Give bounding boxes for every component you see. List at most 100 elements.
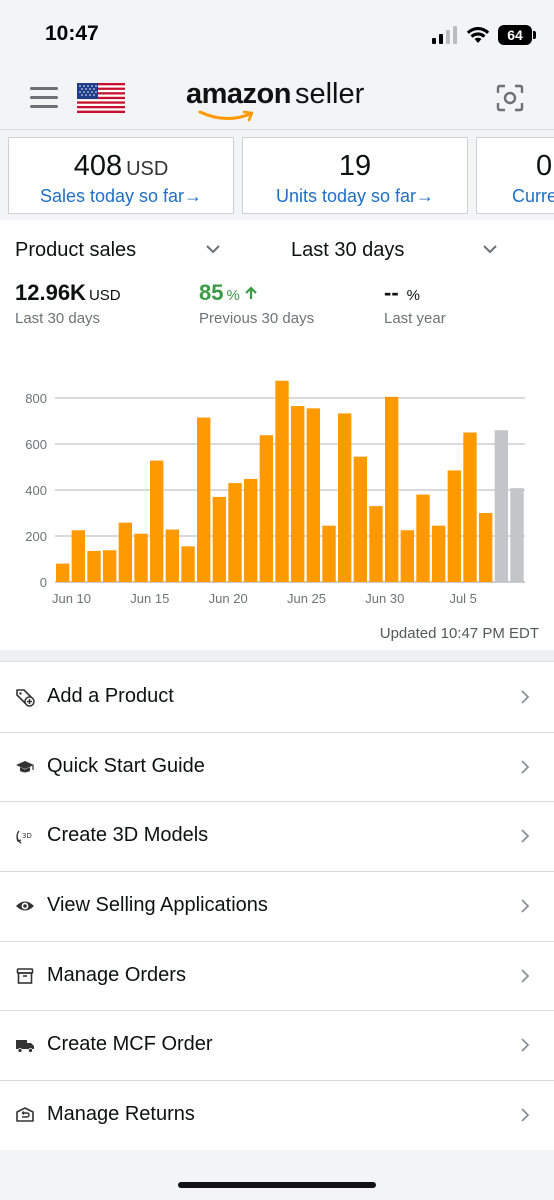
amazon-seller-logo: amazon seller — [186, 78, 364, 111]
chart-bar — [56, 563, 70, 582]
menu-item-label: Create 3D Models — [47, 824, 209, 847]
chart-bar — [134, 533, 148, 582]
sales-today-unit: USD — [126, 158, 169, 180]
units-today-link[interactable]: Units today so far→ — [243, 186, 467, 207]
units-today-card[interactable]: 19 Units today so far→ — [242, 137, 468, 214]
third-kpi-link[interactable]: Curre — [477, 186, 554, 207]
menu-item-create-mcf-order[interactable]: Create MCF Order — [0, 1011, 554, 1082]
chart-y-tick-label: 600 — [25, 437, 47, 452]
chart-bar — [338, 413, 352, 582]
chart-y-tick-label: 0 — [40, 575, 47, 590]
units-today-value: 19 — [338, 150, 372, 182]
menu-item-view-selling-applications[interactable]: View Selling Applications — [0, 872, 554, 942]
chevron-down-icon[interactable] — [481, 242, 499, 256]
sales-today-link[interactable]: Sales today so far→ — [9, 186, 233, 207]
bottom-safe-area — [0, 1150, 554, 1200]
status-time: 10:47 — [45, 22, 99, 45]
last-year-label: Last year — [384, 310, 446, 327]
kpi-value: 0 — [477, 150, 554, 183]
updated-timestamp: Updated 10:47 PM EDT — [379, 625, 539, 642]
chart-x-tick-label: Jul 5 — [449, 591, 476, 606]
chevron-right-icon — [521, 690, 530, 704]
camera-scan-icon[interactable] — [496, 84, 524, 112]
hamburger-menu-icon[interactable] — [30, 87, 58, 109]
last-year-metric: --% Last year — [384, 280, 446, 327]
chart-bar — [369, 506, 383, 582]
menu-item-label: Manage Orders — [47, 963, 186, 986]
chart-bar — [494, 430, 509, 582]
kpi-value: 408 USD — [9, 150, 233, 183]
chevron-right-icon — [521, 829, 530, 844]
total-sales-unit: USD — [88, 287, 121, 304]
chart-bar — [244, 478, 258, 582]
menu-item-manage-returns[interactable]: Manage Returns — [0, 1081, 554, 1151]
metric-selector[interactable]: Product sales — [15, 239, 136, 262]
sales-summary-section: Product sales Last 30 days 12.96K USD Las… — [0, 220, 554, 650]
menu-item-create-3d-models[interactable]: 3D Create 3D Models — [0, 802, 554, 873]
previous-period-unit: % — [226, 287, 240, 304]
chart-bar — [479, 513, 493, 582]
sales-today-value: 408 — [73, 150, 123, 182]
arrow-up-icon — [245, 286, 257, 299]
chevron-right-icon — [521, 899, 530, 913]
chart-bar — [400, 530, 415, 582]
period-selector[interactable]: Last 30 days — [291, 239, 404, 262]
sales-bar-chart: 0 200 400 600 800 Jun 10 Jun 15 Jun 20 Jun 25 Jun… — [25, 380, 525, 606]
chart-x-tick-label: Jun 15 — [130, 591, 169, 606]
menu-item-label: Add a Product — [47, 685, 174, 707]
chart-bar — [432, 525, 446, 582]
return-box-icon — [16, 1107, 34, 1122]
status-icons: 64 — [432, 24, 536, 46]
tag-plus-icon — [16, 689, 35, 707]
chart-bar — [353, 456, 368, 582]
chart-x-tick-label: Jun 20 — [209, 591, 248, 606]
kpi-value: 19 — [243, 150, 467, 183]
chevron-right-icon — [521, 1038, 530, 1053]
third-kpi-card[interactable]: 0 Curre — [476, 137, 554, 214]
logo-suffix: seller — [294, 78, 365, 110]
chart-bar — [181, 546, 195, 582]
menu-item-label: Create MCF Order — [47, 1033, 213, 1056]
eye-icon — [16, 901, 34, 911]
section-divider — [0, 650, 554, 662]
us-flag-icon[interactable] — [77, 83, 125, 113]
chart-bar — [275, 380, 289, 582]
menu-item-quick-start-guide[interactable]: Quick Start Guide — [0, 732, 554, 803]
menu-item-add-product[interactable]: Add a Product — [0, 663, 554, 733]
logo-brand: amazon — [186, 78, 291, 110]
chart-x-tick-label: Jun 30 — [365, 591, 404, 606]
chart-x-tick-label: Jun 10 — [52, 591, 91, 606]
status-bar: 10:47 64 — [0, 0, 554, 68]
graduation-cap-icon — [16, 760, 34, 773]
chart-bar — [118, 522, 133, 582]
chart-y-tick-label: 400 — [25, 483, 47, 498]
3d-rotate-icon: 3D — [16, 830, 32, 844]
chart-y-tick-label: 200 — [25, 529, 47, 544]
chevron-down-icon[interactable] — [204, 242, 222, 256]
chart-bar — [463, 432, 477, 582]
previous-period-value: 85 — [199, 280, 224, 305]
third-kpi-value: 0 — [536, 150, 553, 182]
last-year-unit: % — [406, 287, 420, 304]
chart-bar — [212, 496, 227, 582]
chart-x-tick-label: Jun 25 — [287, 591, 326, 606]
menu-item-label: View Selling Applications — [47, 894, 268, 917]
chart-bar — [306, 408, 321, 582]
metric-value: 85% — [199, 280, 314, 306]
home-indicator[interactable] — [178, 1182, 376, 1188]
action-menu-list: Add a Product Quick Start Guide 3D Creat… — [0, 663, 554, 1151]
chart-bar — [510, 488, 524, 582]
menu-item-manage-orders[interactable]: Manage Orders — [0, 941, 554, 1012]
chart-bar — [103, 550, 117, 582]
sales-today-card[interactable]: 408 USD Sales today so far→ — [8, 137, 234, 214]
previous-period-metric: 85% Previous 30 days — [199, 280, 314, 327]
kpi-carousel[interactable]: 408 USD Sales today so far→ 19 Units toda… — [0, 130, 554, 220]
chevron-right-icon — [521, 969, 530, 983]
chart-bar — [197, 417, 211, 582]
chart-bar — [150, 460, 164, 582]
chevron-right-icon — [521, 760, 530, 774]
last-year-value: -- — [384, 280, 399, 305]
total-sales-value: 12.96K — [15, 280, 86, 305]
menu-item-label: Manage Returns — [47, 1103, 195, 1126]
truck-icon — [16, 1040, 34, 1054]
